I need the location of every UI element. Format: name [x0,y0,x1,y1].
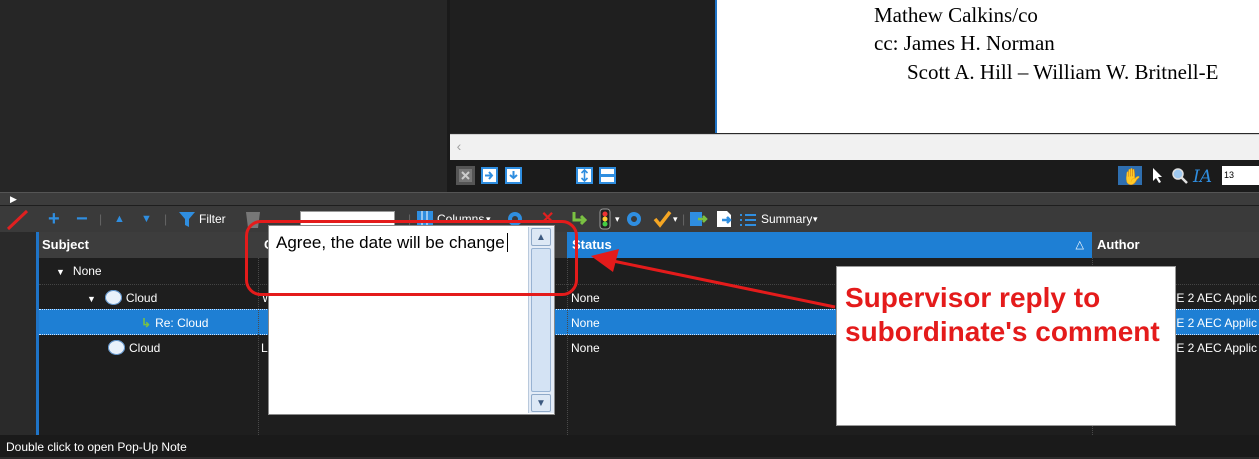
cloud-icon [104,290,122,306]
sort-ascending-icon: △ [1075,239,1084,251]
view-toolbar: ✋ IA 13 [450,160,1259,192]
callout-text: Supervisor reply to subordinate's commen… [845,282,1160,347]
pan-tool-icon[interactable]: ✋ [1118,166,1142,186]
subject-text: Re: Cloud [155,316,209,330]
document-background [450,0,717,133]
expand-arrow-icon[interactable]: ▶ [10,194,17,205]
separator-icon: | [682,212,686,226]
group-label: None [72,264,102,278]
split-vertical-icon[interactable] [480,166,499,185]
svg-text:✋: ✋ [1122,167,1142,185]
svg-text:IA: IA [1192,167,1212,185]
page-number-input[interactable]: 13 [1222,166,1259,185]
subject-cell: ↳ Re: Cloud [141,310,261,336]
sync-horizontal-icon[interactable] [598,166,617,185]
group-cell: ▼ None [56,258,256,284]
close-tab-icon[interactable] [456,166,475,185]
subject-cell: ▼ Cloud [87,285,257,311]
filter-button[interactable]: Filter [199,206,226,232]
document-line: cc: James H. Norman [874,31,1055,55]
document-page: Mathew Calkins/co cc: James H. Norman Sc… [717,0,1259,133]
panel-splitter[interactable]: ▶ [0,192,1259,206]
chevron-down-icon[interactable]: ▾ [615,206,620,232]
move-up-icon[interactable]: ▲ [114,206,125,232]
separator-icon: | [164,212,168,226]
text-select-icon[interactable]: IA [1192,166,1218,187]
chevron-down-icon[interactable]: ▼ [87,294,96,304]
markups-list-toolbar: + − | ▲ ▼ | Filter | Columns ▾ ✕ ▾ ▾ | S… [0,206,1259,232]
chevron-down-icon[interactable]: ▼ [56,267,65,277]
status-cell: None [571,341,600,355]
annotation-callout: Supervisor reply to subordinate's commen… [836,266,1176,426]
summary-dropdown[interactable]: Summary [761,206,812,232]
scroll-left-icon[interactable]: ‹ [452,138,466,155]
pen-markup-icon[interactable] [5,209,35,231]
subject-text: Cloud [129,341,161,355]
subject-text: Cloud [125,291,158,305]
left-sidebar [0,232,37,435]
split-horizontal-icon[interactable] [504,166,523,185]
annotation-arrow [591,249,836,309]
document-line: Mathew Calkins/co [874,3,1038,27]
chevron-down-icon[interactable]: ▾ [673,206,678,232]
highlight-oval [245,220,578,296]
author-cell: TE 2 AEC Applic [1169,316,1258,330]
zoom-tool-icon[interactable] [1170,166,1189,185]
subject-cell: Cloud [108,335,258,361]
author-cell: TE 2 AEC Applic [1169,341,1258,355]
document-line: Scott A. Hill – William W. Britnell-E [907,60,1219,84]
author-cell: TE 2 AEC Applic [1169,291,1258,305]
reply-arrow-icon: ↳ [141,316,152,330]
horizontal-scrollbar[interactable]: ‹ [450,134,1259,160]
remove-icon[interactable]: − [76,206,88,232]
separator-icon: | [99,212,103,226]
add-icon[interactable]: + [48,206,60,232]
column-header-author[interactable]: Author [1092,232,1259,258]
status-bar: Double click to open Pop-Up Note [0,435,1259,457]
chevron-down-icon[interactable]: ▾ [813,206,818,232]
move-down-icon[interactable]: ▼ [141,206,152,232]
sync-vertical-icon[interactable] [575,166,594,185]
column-header-subject[interactable]: Subject [39,232,259,258]
select-tool-icon[interactable] [1148,166,1167,185]
scroll-down-icon[interactable]: ▼ [531,394,551,412]
left-panel [0,0,447,192]
cloud-icon [108,340,125,356]
